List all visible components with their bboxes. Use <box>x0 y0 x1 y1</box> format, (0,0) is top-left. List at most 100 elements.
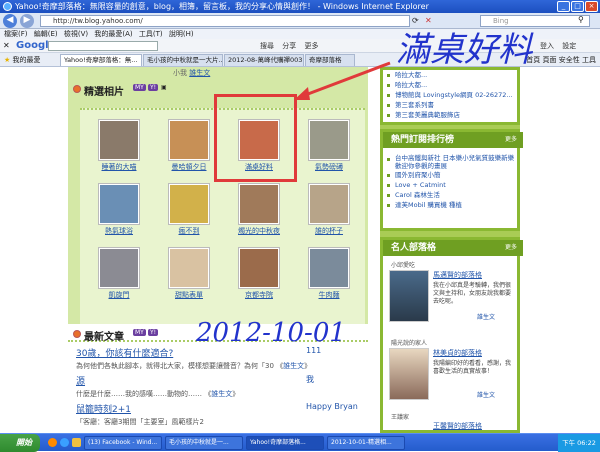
photo-caption[interactable]: 氣勢磅礡 <box>298 162 360 172</box>
celebrity-name[interactable]: 林美貞的部落格 <box>433 348 482 358</box>
top-list-item[interactable]: 第三套美麗典範服飾店 <box>383 110 517 120</box>
photo-card[interactable]: 氣勢磅礡 <box>298 114 360 171</box>
rss-icon[interactable]: ▣ <box>161 84 167 91</box>
photo-caption[interactable]: 熱氣球浴 <box>88 226 150 236</box>
tab-pet-moon[interactable]: 毛小孩的中秋就是一大片... <box>143 54 223 66</box>
photo-card[interactable]: 燭光的中秋夜 <box>228 178 290 235</box>
top-list-item[interactable]: 哈拉大都... <box>383 70 517 80</box>
photo-card[interactable]: 瘋不到 <box>158 178 220 235</box>
rank-item[interactable]: Love + Catmint <box>383 180 517 190</box>
photo-caption[interactable]: 曼哈頓夕日 <box>158 162 220 172</box>
tab-yahoo-blog[interactable]: Yahoo!奇摩部落格：無... <box>60 54 142 66</box>
photo-thumbnail[interactable] <box>309 248 349 288</box>
start-button[interactable]: 開始 <box>0 434 40 452</box>
photo-thumbnail[interactable] <box>169 248 209 288</box>
favorites-button[interactable]: ★ 我的最愛 <box>4 55 41 65</box>
photo-caption[interactable]: 凱旋門 <box>88 290 150 300</box>
post-link[interactable]: 誰生文 <box>283 362 304 370</box>
celebrity-name[interactable]: 王馨賢的部落格 <box>433 421 482 431</box>
photo-thumbnail[interactable] <box>309 184 349 224</box>
firefox-icon[interactable] <box>48 438 57 447</box>
avatar[interactable] <box>389 348 429 400</box>
safety-button[interactable]: 安全性 <box>559 56 580 64</box>
avatar[interactable] <box>389 270 429 322</box>
photo-thumbnail[interactable] <box>169 184 209 224</box>
photo-thumbnail[interactable] <box>99 248 139 288</box>
post-author[interactable]: 我 <box>306 374 314 385</box>
celebrity-link[interactable]: 誰生文 <box>477 312 495 321</box>
post-author[interactable]: Happy Bryan <box>306 402 358 411</box>
photo-card[interactable]: 凱旋門 <box>88 242 150 299</box>
celebrity-more-link[interactable]: 更多 <box>505 240 517 256</box>
photo-caption[interactable]: 誰的杯子 <box>298 226 360 236</box>
photo-caption[interactable]: 牛肉麵 <box>298 290 360 300</box>
photo-caption[interactable]: 甜點表單 <box>158 290 220 300</box>
photo-card[interactable]: 京都寺院 <box>228 242 290 299</box>
yahoo-badge[interactable]: Y! <box>148 84 159 91</box>
photo-thumbnail[interactable] <box>239 248 279 288</box>
photo-card[interactable]: 熱氣球浴 <box>88 178 150 235</box>
close-toolbar-icon[interactable]: ✕ <box>3 41 10 50</box>
taskbar-item[interactable]: (13) Facebook - Wind... <box>84 436 162 450</box>
folder-icon[interactable] <box>72 438 81 447</box>
google-search-button[interactable]: 搜尋 <box>260 42 274 50</box>
photo-thumbnail[interactable] <box>99 184 139 224</box>
rank-item[interactable]: Carol 森林生活 <box>383 190 517 200</box>
rank-item[interactable]: 台中高鐵與新社 日本樂小兒氣質鼓樂新樂 歡迎你參觀的畫展 <box>383 154 517 170</box>
maximize-button[interactable]: □ <box>571 1 584 12</box>
google-more-button[interactable]: 更多 <box>304 42 318 50</box>
search-icon[interactable]: ⚲ <box>578 15 584 24</box>
rank-item[interactable]: 國外別府聚小簡 <box>383 170 517 180</box>
my-badge[interactable]: MY <box>133 329 146 336</box>
photo-card[interactable]: 牛肉麵 <box>298 242 360 299</box>
menu-view[interactable]: 檢視(V) <box>64 30 88 38</box>
celebrity-name[interactable]: 馬邁賢的部落格 <box>433 270 482 280</box>
photo-card[interactable]: 睡著的大喵 <box>88 114 150 171</box>
taskbar-item[interactable]: 毛小孩的中秋就是一... <box>165 436 243 450</box>
google-search-input[interactable] <box>48 41 158 51</box>
top-list-item[interactable]: 哈拉大都... <box>383 80 517 90</box>
post-link[interactable]: 誰生文 <box>211 390 232 398</box>
top-list-item[interactable]: 博物館與 Lovingstyle網頁 02-26272... <box>383 90 517 100</box>
tools-button[interactable]: 工具 <box>582 56 596 64</box>
menu-tools[interactable]: 工具(T) <box>139 30 163 38</box>
menu-favorites[interactable]: 我的最愛(A) <box>94 30 132 38</box>
photo-card[interactable]: 甜點表單 <box>158 242 220 299</box>
menu-edit[interactable]: 編輯(E) <box>34 30 58 38</box>
photo-card[interactable]: 曼哈頓夕日 <box>158 114 220 171</box>
taskbar-item[interactable]: 2012-10-01-精選相... <box>327 436 405 450</box>
top-link[interactable]: 誰生文 <box>189 69 210 77</box>
post-title[interactable]: 鼠籠時刻2+1 <box>76 405 131 415</box>
photo-caption[interactable]: 睡著的大喵 <box>88 162 150 172</box>
photo-caption[interactable]: 瘋不到 <box>158 226 220 236</box>
photo-card[interactable]: 誰的杯子 <box>298 178 360 235</box>
photo-thumbnail[interactable] <box>169 120 209 160</box>
taskbar-item[interactable]: Yahoo!奇摩部落格... <box>246 436 324 450</box>
yahoo-badge[interactable]: Y! <box>148 329 159 336</box>
post-title[interactable]: 30歲，你該有什麼適合? <box>76 349 173 359</box>
forward-icon[interactable]: ▶ <box>20 14 34 28</box>
post-title[interactable]: 源 <box>76 377 85 387</box>
url-input[interactable]: http://tw.blog.yahoo.com/ <box>40 15 410 27</box>
back-icon[interactable]: ◀ <box>3 14 17 28</box>
photo-thumbnail[interactable] <box>309 120 349 160</box>
page-button[interactable]: 頁面 <box>543 56 557 64</box>
google-settings-button[interactable]: 設定 <box>562 42 576 50</box>
celebrity-link[interactable]: 誰生文 <box>477 390 495 399</box>
close-button[interactable]: × <box>585 1 598 12</box>
rank-more-link[interactable]: 更多 <box>505 132 517 148</box>
photo-thumbnail[interactable] <box>239 184 279 224</box>
my-badge[interactable]: MY <box>133 84 146 91</box>
photo-caption[interactable]: 燭光的中秋夜 <box>228 226 290 236</box>
menu-file[interactable]: 檔案(F) <box>4 30 28 38</box>
top-list-item[interactable]: 第三套系列書 <box>383 100 517 110</box>
taskbar: 開始 (13) Facebook - Wind... 毛小孩的中秋就是一... … <box>0 433 600 452</box>
photo-caption[interactable]: 京都寺院 <box>228 290 290 300</box>
google-signin-button[interactable]: 登入 <box>540 42 554 50</box>
minimize-button[interactable]: _ <box>557 1 570 12</box>
menu-help[interactable]: 說明(H) <box>169 30 194 38</box>
rank-item[interactable]: 達芙Mobil 購買機 種植 <box>383 200 517 210</box>
ie-icon[interactable] <box>60 438 69 447</box>
photo-thumbnail[interactable] <box>99 120 139 160</box>
google-share-button[interactable]: 分享 <box>282 42 296 50</box>
